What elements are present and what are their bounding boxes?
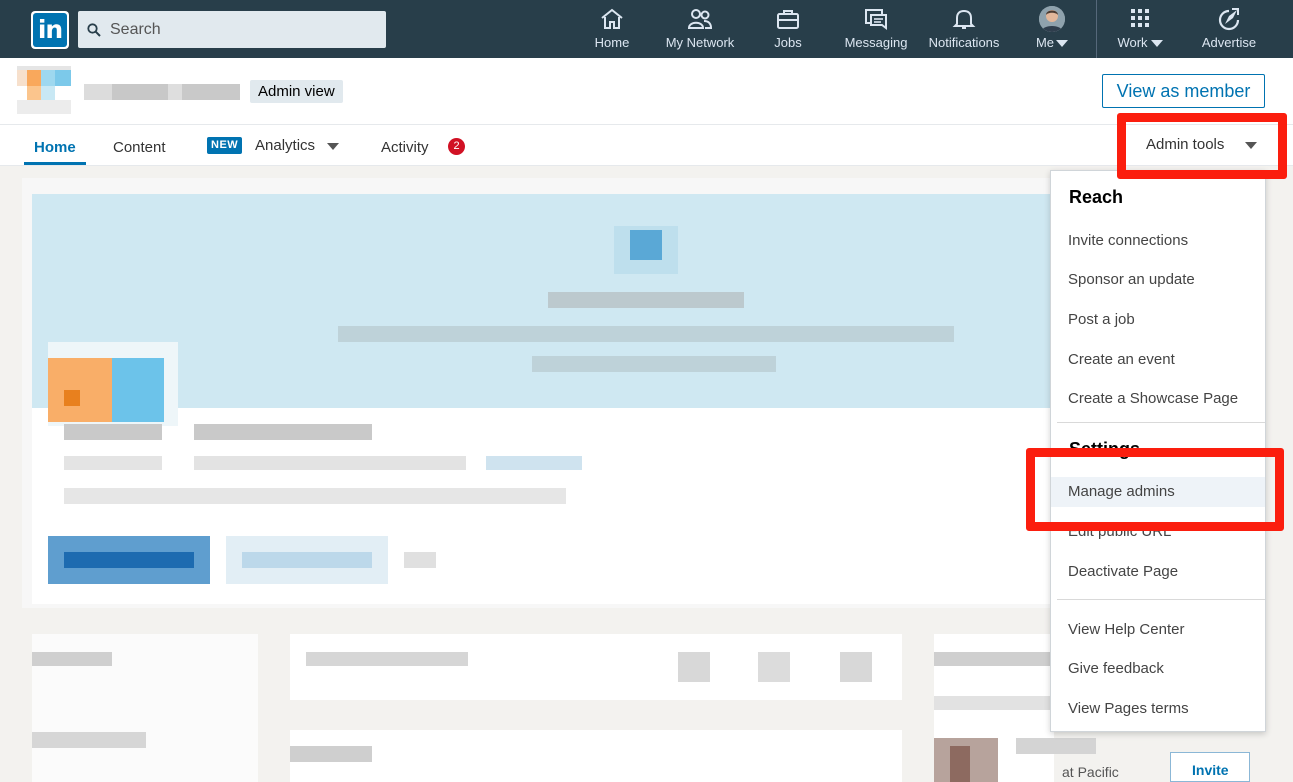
admin-tools-menu: Reach Invite connections Sponsor an upda… (1050, 170, 1266, 732)
tab-analytics-label: Analytics (255, 137, 316, 154)
briefcase-icon (777, 10, 799, 29)
search-input[interactable] (110, 11, 380, 48)
chevron-down-icon (1150, 40, 1163, 48)
chevron-down-icon (327, 142, 340, 150)
compass-icon (1218, 8, 1240, 31)
nav-my-network[interactable]: My Network (660, 0, 740, 58)
nav-messaging[interactable]: Messaging (840, 0, 912, 58)
search-icon (87, 23, 101, 37)
nav-me[interactable]: Me (1030, 0, 1074, 58)
new-badge: NEW (207, 137, 243, 154)
avatar (1039, 6, 1065, 32)
nav-notifications-label: Notifications (928, 35, 1000, 50)
messages-icon (865, 9, 887, 30)
menu-item-create-event[interactable]: Create an event (1051, 345, 1265, 375)
admin-tools-dropdown-button[interactable]: Admin tools (1133, 128, 1270, 162)
nav-home-label: Home (594, 35, 630, 50)
view-as-member-button[interactable]: View as member (1102, 74, 1265, 108)
linkedin-logo[interactable]: in (31, 11, 69, 49)
nav-divider (1096, 0, 1097, 58)
nav-advertise-label: Advertise (1201, 35, 1257, 50)
tab-content[interactable]: Content (113, 139, 166, 156)
bell-icon (952, 9, 976, 29)
chevron-down-icon (1245, 142, 1257, 149)
nav-my-network-label: My Network (665, 35, 735, 50)
nav-work[interactable]: Work (1110, 0, 1170, 58)
menu-item-view-help-center[interactable]: View Help Center (1051, 615, 1265, 645)
tab-home[interactable]: Home (34, 139, 76, 156)
nav-jobs[interactable]: Jobs (765, 0, 811, 58)
grid-icon (1131, 9, 1149, 27)
nav-messaging-label: Messaging (844, 35, 908, 50)
search-box[interactable] (78, 11, 386, 48)
active-tab-indicator (24, 162, 86, 165)
nav-advertise[interactable]: Advertise (1194, 0, 1264, 58)
home-icon (601, 8, 623, 29)
menu-item-give-feedback[interactable]: Give feedback (1051, 654, 1265, 684)
tab-analytics[interactable]: Analytics (255, 137, 340, 154)
company-name-pixelated (84, 84, 240, 100)
menu-item-view-pages-terms[interactable]: View Pages terms (1051, 694, 1265, 724)
chevron-down-icon (1056, 40, 1069, 48)
admin-tools-label: Admin tools (1146, 136, 1225, 153)
menu-item-post-job[interactable]: Post a job (1051, 305, 1265, 335)
people-icon (687, 9, 713, 29)
menu-item-sponsor-update[interactable]: Sponsor an update (1051, 265, 1265, 295)
nav-notifications[interactable]: Notifications (922, 0, 1006, 58)
menu-item-edit-public-url[interactable]: Edit public URL (1051, 517, 1265, 547)
nav-jobs-label: Jobs (774, 35, 802, 50)
menu-divider (1057, 599, 1265, 600)
menu-heading-settings: Settings (1069, 439, 1141, 459)
menu-item-deactivate-page[interactable]: Deactivate Page (1051, 557, 1265, 587)
nav-work-label: Work (1117, 35, 1148, 50)
invite-button[interactable]: Invite (1192, 762, 1229, 778)
top-navigation-bar: in Home My Network Jobs (0, 0, 1293, 58)
activity-count-badge: 2 (448, 138, 465, 155)
page-tab-bar (0, 124, 1293, 166)
nav-me-label: Me (1035, 35, 1055, 50)
company-fragment-text: at Pacific (1062, 764, 1119, 780)
menu-item-invite-connections[interactable]: Invite connections (1051, 226, 1265, 256)
company-logo-pixelated (17, 66, 71, 114)
nav-home[interactable]: Home (584, 0, 640, 58)
menu-item-manage-admins[interactable]: Manage admins (1051, 477, 1265, 507)
menu-divider (1057, 422, 1265, 423)
menu-heading-reach: Reach (1069, 187, 1124, 207)
admin-view-badge: Admin view (250, 80, 343, 103)
tab-activity[interactable]: Activity (381, 139, 429, 156)
menu-item-create-showcase-page[interactable]: Create a Showcase Page (1051, 384, 1265, 414)
